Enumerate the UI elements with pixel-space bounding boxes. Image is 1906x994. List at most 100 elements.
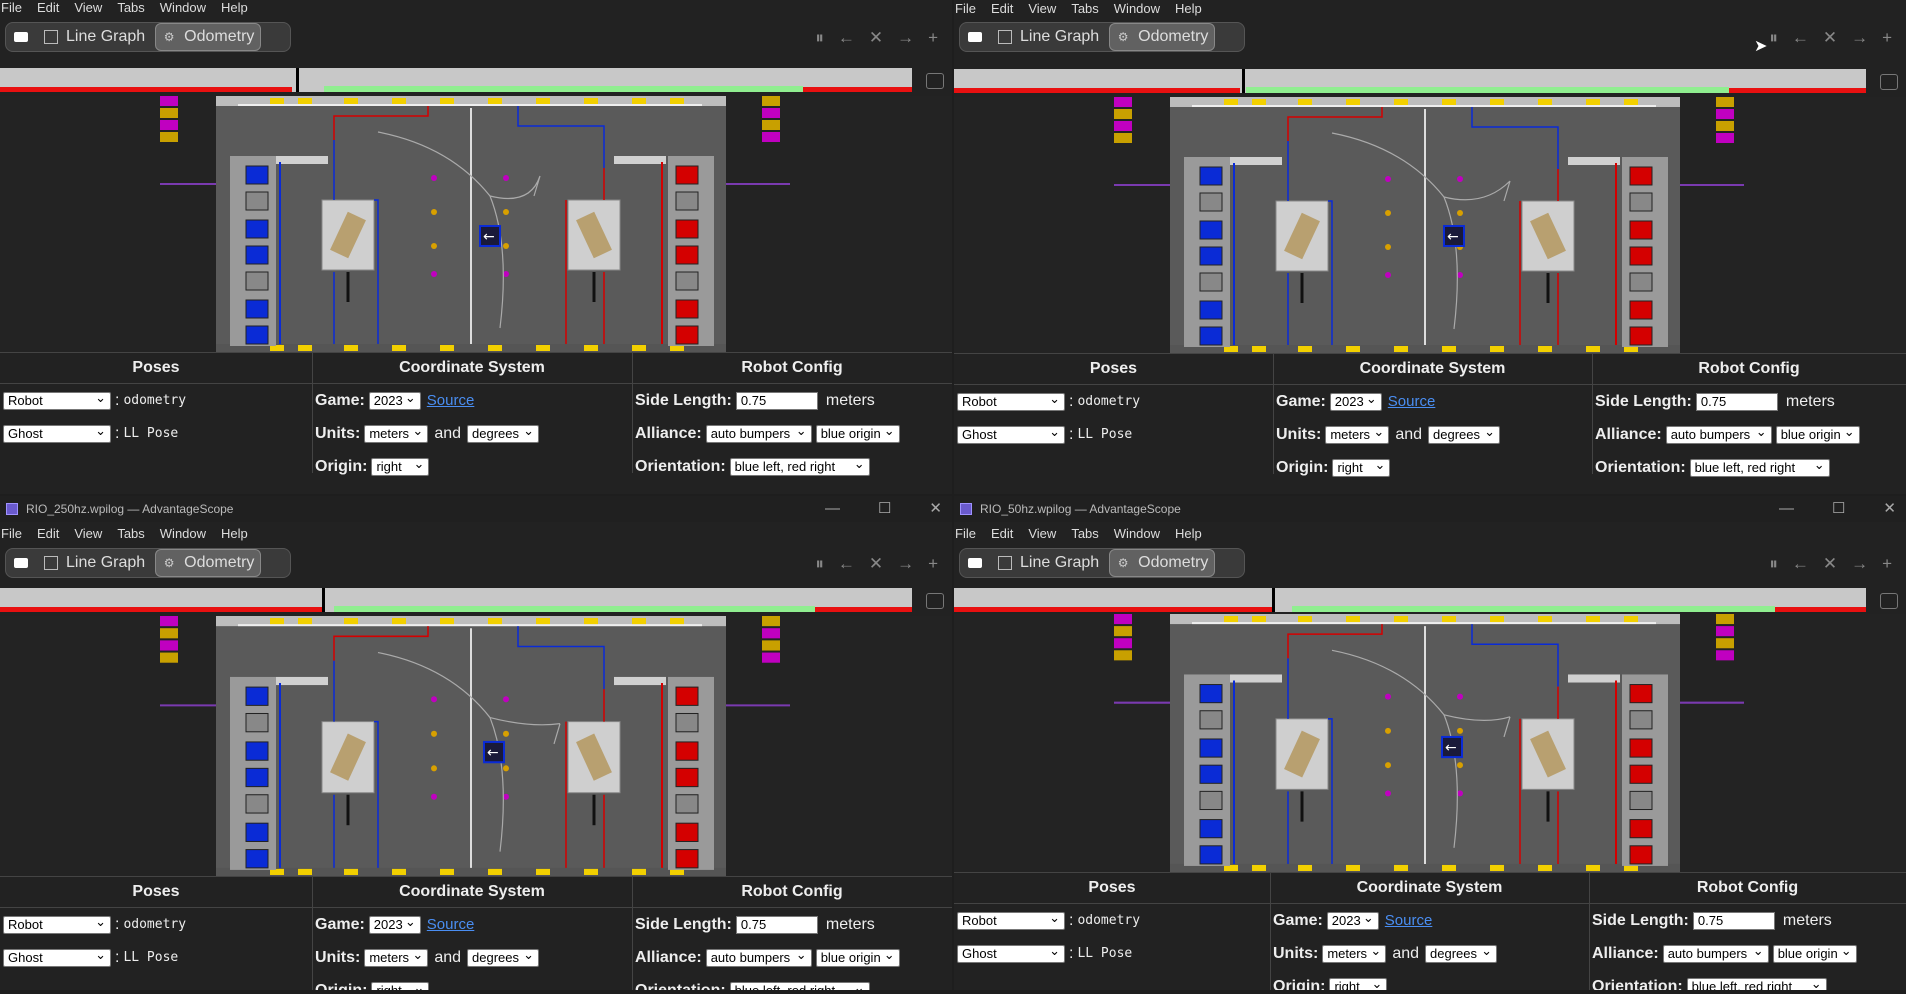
popout-icon[interactable] [1880, 74, 1898, 90]
tab-line-graph[interactable]: Line Graph [38, 24, 151, 50]
pose-source-field[interactable]: LL Pose [123, 426, 178, 441]
timeline-cursor[interactable] [296, 68, 299, 92]
pose-source-field[interactable]: odometry [123, 393, 186, 408]
plus-icon[interactable]: + [928, 554, 938, 574]
pose-source-field[interactable]: LL Pose [1077, 427, 1132, 442]
game-select[interactable]: 2023 [1326, 910, 1379, 930]
menu-item-file[interactable]: File [1, 526, 22, 541]
side-length-input[interactable]: 0.75 [1692, 911, 1775, 930]
origin-select[interactable]: right [371, 980, 430, 990]
pose-type-select[interactable]: Ghost [3, 423, 111, 443]
menu-item-help[interactable]: Help [221, 0, 248, 15]
angle-units-select[interactable]: degrees [1428, 424, 1501, 444]
plus-icon[interactable]: + [1882, 28, 1892, 48]
alliance-origin-select[interactable]: blue origin [815, 423, 900, 443]
alliance-origin-select[interactable]: blue origin [815, 947, 900, 967]
odometry-field[interactable]: ← [954, 97, 1906, 353]
popout-icon[interactable] [1880, 593, 1898, 609]
alliance-origin-select[interactable]: blue origin [1775, 424, 1860, 444]
pose-type-select[interactable]: Robot [3, 914, 111, 934]
tab-home[interactable] [8, 24, 34, 50]
pose-source-field[interactable]: odometry [123, 917, 186, 932]
pose-source-field[interactable]: odometry [1077, 394, 1140, 409]
arrow-left-icon[interactable]: ← [1792, 28, 1809, 48]
arrow-right-icon[interactable]: → [897, 554, 914, 574]
orientation-select[interactable]: blue left, red right [729, 980, 870, 990]
menu-item-window[interactable]: Window [1114, 526, 1160, 541]
odometry-field[interactable]: ← [954, 614, 1906, 872]
alliance-bumpers-select[interactable]: auto bumpers [705, 947, 812, 967]
angle-units-select[interactable]: degrees [1425, 943, 1498, 963]
pause-icon[interactable]: ⏸ [1769, 554, 1778, 574]
menu-item-view[interactable]: View [1028, 1, 1056, 16]
orientation-select[interactable]: blue left, red right [1689, 457, 1830, 477]
close-icon[interactable]: ✕ [869, 554, 883, 574]
menu-item-help[interactable]: Help [221, 526, 248, 541]
distance-units-select[interactable]: meters [364, 947, 429, 967]
pose-source-field[interactable]: LL Pose [123, 950, 178, 965]
timeline[interactable] [0, 588, 912, 612]
menu-item-tabs[interactable]: Tabs [1071, 1, 1098, 16]
timeline-cursor[interactable] [322, 588, 325, 612]
angle-units-select[interactable]: degrees [467, 947, 540, 967]
plus-icon[interactable]: + [1882, 554, 1892, 574]
menu-item-view[interactable]: View [1028, 526, 1056, 541]
arrow-left-icon[interactable]: ← [838, 554, 855, 574]
alliance-bumpers-select[interactable]: auto bumpers [1665, 424, 1772, 444]
menu-item-tabs[interactable]: Tabs [117, 526, 144, 541]
menu-item-view[interactable]: View [74, 526, 102, 541]
odometry-field[interactable]: ← [0, 96, 952, 352]
menu-item-tabs[interactable]: Tabs [117, 0, 144, 15]
menu-item-help[interactable]: Help [1175, 1, 1202, 16]
source-link[interactable]: Source [427, 392, 475, 409]
pose-type-select[interactable]: Robot [957, 910, 1065, 930]
close-icon[interactable]: ✕ [1823, 28, 1837, 48]
pause-icon[interactable]: ⏸ [1769, 28, 1778, 48]
close-icon[interactable]: ✕ [1823, 554, 1837, 574]
origin-select[interactable]: right [371, 456, 430, 476]
origin-select[interactable]: right [1332, 457, 1391, 477]
side-length-input[interactable]: 0.75 [735, 915, 818, 934]
menu-item-edit[interactable]: Edit [37, 526, 59, 541]
alliance-origin-select[interactable]: blue origin [1772, 943, 1857, 963]
distance-units-select[interactable]: meters [1322, 943, 1387, 963]
side-length-input[interactable]: 0.75 [1695, 392, 1778, 411]
arrow-left-icon[interactable]: ← [838, 28, 855, 48]
menu-item-edit[interactable]: Edit [991, 1, 1013, 16]
timeline[interactable] [0, 68, 912, 92]
pose-type-select[interactable]: Ghost [957, 943, 1065, 963]
close-window-icon[interactable]: ✕ [1883, 496, 1896, 522]
pose-source-field[interactable]: odometry [1077, 913, 1140, 928]
game-select[interactable]: 2023 [368, 914, 421, 934]
tab-odometry[interactable]: ⚙ Odometry [1109, 549, 1216, 577]
menu-item-view[interactable]: View [74, 0, 102, 15]
menu-item-window[interactable]: Window [160, 526, 206, 541]
tab-home[interactable] [962, 550, 988, 576]
arrow-right-icon[interactable]: → [1851, 554, 1868, 574]
pose-type-select[interactable]: Robot [3, 390, 111, 410]
close-icon[interactable]: ✕ [869, 28, 883, 48]
angle-units-select[interactable]: degrees [467, 423, 540, 443]
timeline-cursor[interactable] [1242, 69, 1245, 93]
close-window-icon[interactable]: ✕ [929, 496, 942, 522]
tab-home[interactable] [962, 24, 988, 50]
side-length-input[interactable]: 0.75 [735, 391, 818, 410]
menu-item-file[interactable]: File [955, 526, 976, 541]
arrow-right-icon[interactable]: → [897, 28, 914, 48]
source-link[interactable]: Source [1388, 393, 1436, 410]
pose-type-select[interactable]: Robot [957, 391, 1065, 411]
timeline-cursor[interactable] [1272, 588, 1275, 612]
pose-source-field[interactable]: LL Pose [1077, 946, 1132, 961]
tab-line-graph[interactable]: Line Graph [992, 24, 1105, 50]
menu-item-help[interactable]: Help [1175, 526, 1202, 541]
popout-icon[interactable] [926, 73, 944, 89]
source-link[interactable]: Source [427, 916, 475, 933]
tab-line-graph[interactable]: Line Graph [992, 550, 1105, 576]
tab-odometry[interactable]: ⚙ Odometry [155, 549, 262, 577]
odometry-field[interactable]: ← [0, 616, 952, 876]
pose-type-select[interactable]: Ghost [957, 424, 1065, 444]
tab-odometry[interactable]: ⚙ Odometry [1109, 23, 1216, 51]
distance-units-select[interactable]: meters [364, 423, 429, 443]
orientation-select[interactable]: blue left, red right [1686, 976, 1827, 990]
menu-item-file[interactable]: File [1, 0, 22, 15]
